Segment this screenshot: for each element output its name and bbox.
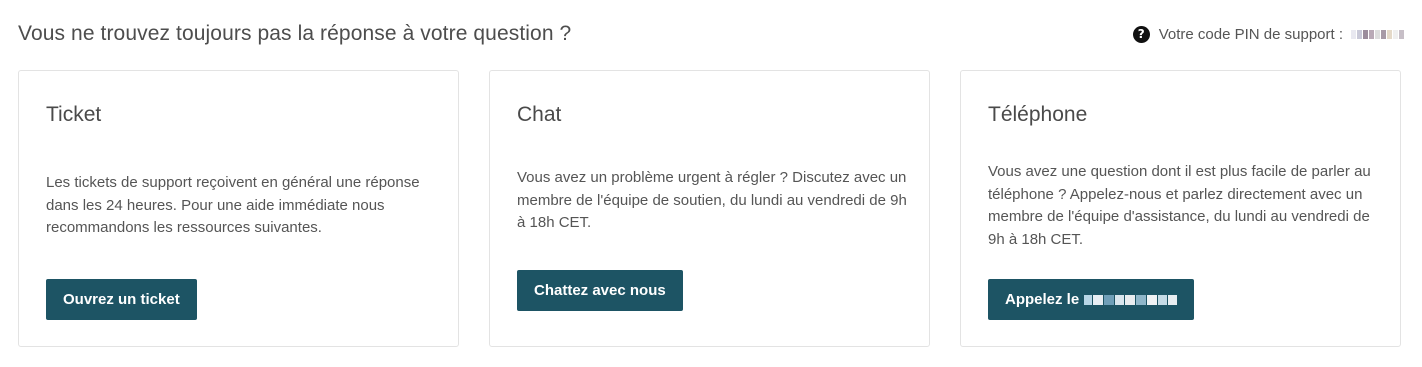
card-title-phone: Téléphone xyxy=(988,103,1088,126)
pin-redacted-value xyxy=(1351,29,1404,39)
card-title-ticket: Ticket xyxy=(46,103,102,126)
chat-label: Chattez avec nous xyxy=(534,282,666,299)
open-ticket-button[interactable]: Ouvrez un ticket xyxy=(46,279,197,320)
card-ticket: Ticket Les tickets de support reçoivent … xyxy=(18,70,459,347)
card-text-ticket: Les tickets de support reçoivent en géné… xyxy=(46,174,420,236)
call-label: Appelez le xyxy=(1005,291,1080,308)
card-text-chat: Vous avez un problème urgent à régler ? … xyxy=(517,169,907,231)
question-circle-icon[interactable]: ? xyxy=(1132,25,1150,43)
pin-label: Votre code PIN de support : xyxy=(1158,25,1343,43)
support-options: Ticket Les tickets de support reçoivent … xyxy=(18,70,1401,347)
card-text-phone: Vous avez une question dont il est plus … xyxy=(988,163,1371,248)
support-header: Vous ne trouvez toujours pas la réponse … xyxy=(18,18,1404,50)
support-pin: ? Votre code PIN de support : xyxy=(1132,25,1404,43)
card-chat: Chat Vous avez un problème urgent à régl… xyxy=(489,70,930,347)
call-button[interactable]: Appelez le xyxy=(988,279,1195,320)
card-phone: Téléphone Vous avez une question dont il… xyxy=(960,70,1401,347)
open-ticket-label: Ouvrez un ticket xyxy=(63,291,180,308)
card-title-chat: Chat xyxy=(517,103,562,126)
chat-button[interactable]: Chattez avec nous xyxy=(517,270,683,311)
phone-number-redacted xyxy=(1084,294,1178,305)
page-title: Vous ne trouvez toujours pas la réponse … xyxy=(18,22,572,45)
